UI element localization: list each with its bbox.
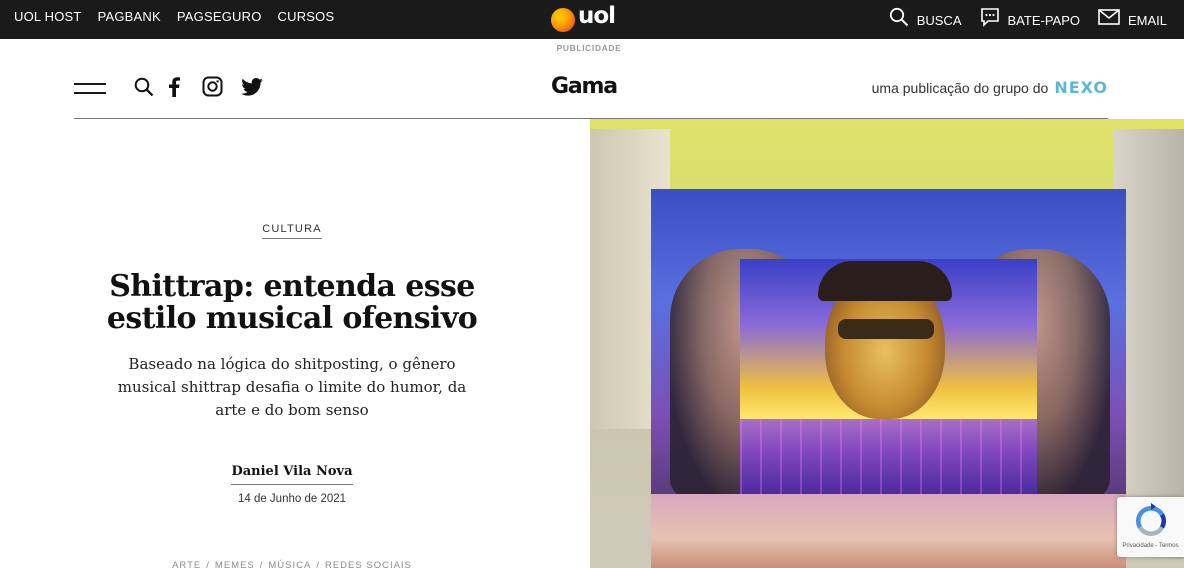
hero-bottom [651, 494, 1126, 568]
ad-label: PUBLICIDADE [556, 43, 622, 53]
recaptcha-text: Privacidade - Termos [1122, 543, 1179, 549]
tag-link[interactable]: MÚSICA [268, 560, 311, 568]
publisher-text: uma publicação do grupo do [871, 79, 1049, 96]
uol-link-pagbank[interactable]: PAGBANK [98, 9, 161, 24]
search-icon [889, 7, 909, 30]
category-link[interactable]: CULTURA [262, 223, 322, 239]
publisher-note: uma publicação do grupo do NEXO [872, 78, 1108, 97]
nexo-logo[interactable]: NEXO [1054, 78, 1108, 97]
article-title: Shittrap: entenda esse estilo musical of… [106, 269, 478, 336]
uol-links: UOL HOST PAGBANK PAGSEGURO CURSOS [14, 9, 334, 24]
tag-separator: / [206, 560, 210, 568]
tag-list: ARTE / MEMES / MÚSICA / REDES SOCIAIS [74, 560, 510, 568]
hero-grid [740, 419, 1037, 494]
uol-right-menu: BUSCA BATE-PAPO EMAIL [889, 7, 1167, 30]
email-label: EMAIL [1127, 13, 1167, 28]
facebook-icon[interactable] [168, 76, 180, 97]
header-icons [134, 76, 263, 97]
author-link[interactable]: Daniel Vila Nova [231, 464, 353, 485]
author: Daniel Vila Nova [74, 462, 510, 485]
menu-hamburger-icon[interactable] [74, 80, 106, 96]
instagram-icon[interactable] [202, 76, 223, 97]
recaptcha-icon [1133, 503, 1169, 539]
uol-logo-text: uol [578, 3, 616, 29]
recaptcha-badge[interactable]: Privacidade - Termos [1117, 497, 1184, 557]
twitter-icon[interactable] [241, 77, 263, 96]
tag-link[interactable]: MEMES [215, 560, 255, 568]
uol-link-cursos[interactable]: CURSOS [278, 9, 335, 24]
article-subtitle: Baseado na lógica do shitposting, o gêne… [117, 355, 467, 419]
busca-button[interactable]: BUSCA [889, 7, 962, 30]
busca-label: BUSCA [916, 13, 962, 28]
tag-link[interactable]: ARTE [172, 560, 201, 568]
uol-logo[interactable]: uol [550, 3, 620, 32]
bate-papo-button[interactable]: BATE-PAPO [980, 7, 1080, 30]
tag-link[interactable]: REDES SOCIAIS [325, 560, 412, 568]
site-header: Gama uma publicação do grupo do NEXO [74, 60, 1108, 119]
chat-icon [980, 7, 1000, 30]
hero-image [590, 119, 1184, 568]
gama-logo[interactable]: Gama [551, 74, 618, 99]
uol-top-bar: UOL HOST PAGBANK PAGSEGURO CURSOS uol BU… [0, 0, 1184, 39]
mail-icon [1098, 8, 1120, 29]
tag-separator: / [316, 560, 320, 568]
article-intro: CULTURA Shittrap: entenda esse estilo mu… [74, 119, 510, 568]
hero-sunglasses [838, 319, 934, 339]
uol-logo-ball-icon [551, 8, 575, 32]
search-icon[interactable] [134, 77, 154, 97]
uol-link-uol-host[interactable]: UOL HOST [14, 9, 82, 24]
category: CULTURA [74, 219, 510, 239]
hero-cap [818, 261, 952, 301]
publish-date: 14 de Junho de 2021 [237, 493, 347, 505]
uol-link-pagseguro[interactable]: PAGSEGURO [177, 9, 262, 24]
bate-papo-label: BATE-PAPO [1007, 13, 1080, 28]
email-button[interactable]: EMAIL [1098, 8, 1167, 29]
tag-separator: / [259, 560, 264, 568]
